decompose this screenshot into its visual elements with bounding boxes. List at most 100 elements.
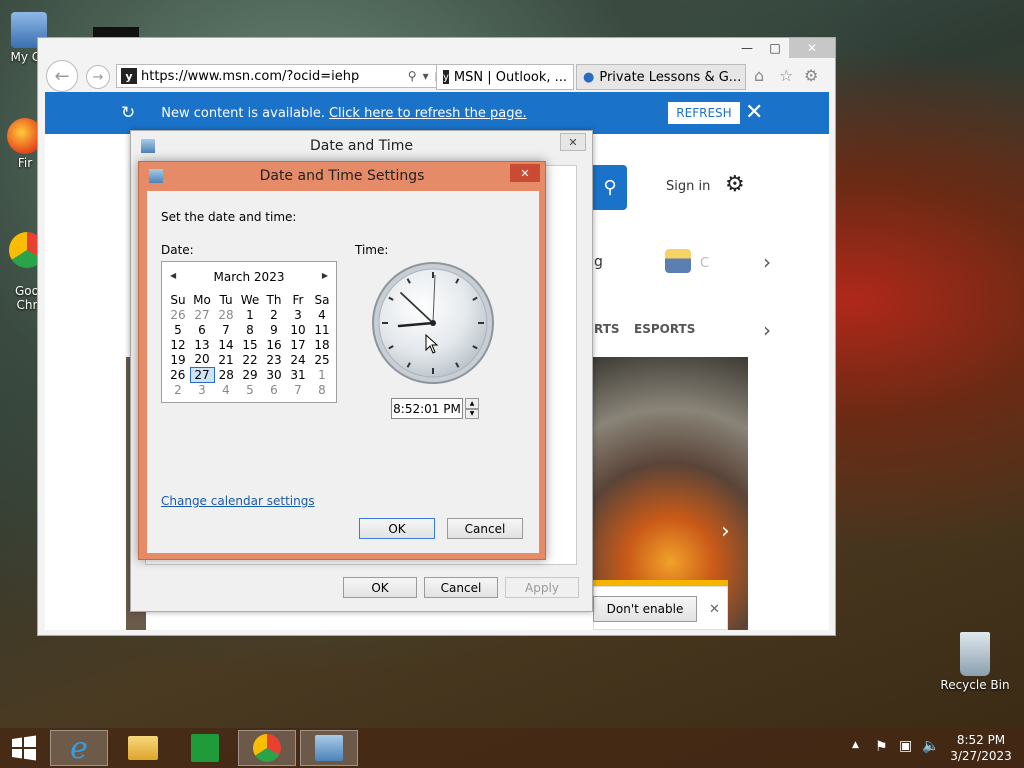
calendar-day[interactable]: 5 bbox=[238, 382, 262, 397]
spinner-up-icon[interactable]: ▲ bbox=[465, 398, 479, 409]
calendar-day[interactable]: 3 bbox=[286, 307, 310, 322]
calendar-day[interactable]: 9 bbox=[262, 322, 286, 337]
forward-button[interactable]: → bbox=[86, 65, 110, 89]
calendar-day[interactable]: 7 bbox=[286, 382, 310, 397]
calendar-day[interactable]: 30 bbox=[262, 367, 286, 382]
calendar-day[interactable]: 16 bbox=[262, 337, 286, 352]
calendar-day[interactable]: 8 bbox=[310, 382, 334, 397]
nav-item-esports[interactable]: ESPORTS bbox=[634, 322, 695, 336]
calendar-day[interactable]: 28 bbox=[214, 367, 238, 382]
close-tab-icon[interactable]: ✕ bbox=[572, 70, 573, 85]
calendar-day[interactable]: 6 bbox=[262, 382, 286, 397]
calendar-day[interactable]: 25 bbox=[310, 352, 334, 367]
calendar-day[interactable]: 3 bbox=[190, 382, 214, 397]
calendar-day[interactable]: 23 bbox=[262, 352, 286, 367]
calendar-day[interactable]: 27 bbox=[190, 307, 214, 322]
ok-button[interactable]: OK bbox=[343, 577, 417, 598]
taskbar-store[interactable] bbox=[176, 730, 234, 766]
calendar-week-row: 12 13 14 15 16 17 18 bbox=[166, 337, 334, 352]
chevron-right-icon[interactable]: › bbox=[763, 318, 771, 342]
time-input[interactable]: 8:52:01 PM bbox=[391, 398, 463, 419]
start-button[interactable] bbox=[0, 730, 48, 766]
calendar-day[interactable]: 14 bbox=[214, 337, 238, 352]
action-center-flag-icon[interactable]: ⚑ bbox=[875, 739, 888, 755]
gear-icon[interactable]: ⚙ bbox=[725, 172, 745, 197]
tab-private-lessons[interactable]: ● Private Lessons & G... bbox=[576, 64, 746, 90]
calendar-day[interactable]: 4 bbox=[214, 382, 238, 397]
next-month-button[interactable]: ▶ bbox=[322, 271, 328, 280]
cancel-button[interactable]: Cancel bbox=[447, 518, 523, 539]
change-calendar-settings-link[interactable]: Change calendar settings bbox=[161, 494, 315, 508]
cancel-button[interactable]: Cancel bbox=[424, 577, 498, 598]
home-icon[interactable]: ⌂ bbox=[754, 66, 764, 85]
close-icon[interactable]: ✕ bbox=[745, 100, 763, 125]
calendar-day[interactable]: 15 bbox=[238, 337, 262, 352]
search-button[interactable]: ⚲ bbox=[593, 165, 627, 210]
calendar-day[interactable]: 8 bbox=[238, 322, 262, 337]
favorites-star-icon[interactable]: ☆ bbox=[779, 66, 793, 85]
refresh-page-link[interactable]: Click here to refresh the page. bbox=[329, 106, 527, 121]
calendar-day[interactable]: 2 bbox=[166, 382, 190, 397]
apply-button[interactable]: Apply bbox=[505, 577, 579, 598]
spinner-down-icon[interactable]: ▼ bbox=[465, 408, 479, 419]
calendar-day[interactable]: 21 bbox=[214, 352, 238, 367]
taskbar-internet-explorer[interactable]: e bbox=[50, 730, 108, 766]
address-bar[interactable]: y https://www.msn.com/?ocid=iehp ⚲ ▾ ■ ↻ bbox=[116, 64, 469, 88]
calendar-day[interactable]: 10 bbox=[286, 322, 310, 337]
calendar-day[interactable]: 2 bbox=[262, 307, 286, 322]
date-label: Date: bbox=[161, 243, 194, 257]
taskbar-clock[interactable]: 8:52 PM 3/27/2023 bbox=[950, 732, 1012, 764]
calendar-day[interactable]: 28 bbox=[214, 307, 238, 322]
ok-button[interactable]: OK bbox=[359, 518, 435, 539]
calendar-day[interactable]: 17 bbox=[286, 337, 310, 352]
calendar-day[interactable]: 26 bbox=[166, 307, 190, 322]
calendar-day[interactable]: 12 bbox=[166, 337, 190, 352]
calendar-day[interactable]: 19 bbox=[166, 352, 190, 367]
calendar-day-selected[interactable]: 27 bbox=[189, 366, 215, 383]
tab-msn[interactable]: y MSN | Outlook, ... ✕ bbox=[436, 64, 574, 90]
back-button[interactable]: ← bbox=[46, 60, 78, 92]
calendar-day[interactable]: 1 bbox=[238, 307, 262, 322]
calendar-day[interactable]: 20 bbox=[190, 352, 214, 367]
calendar-day[interactable]: 22 bbox=[238, 352, 262, 367]
close-button[interactable]: ✕ bbox=[560, 133, 586, 151]
close-button[interactable]: ✕ bbox=[510, 164, 540, 182]
calendar-day[interactable]: 6 bbox=[190, 322, 214, 337]
taskbar-file-explorer[interactable] bbox=[114, 730, 172, 766]
close-icon[interactable]: ✕ bbox=[709, 602, 720, 617]
weekday-header: Mo bbox=[193, 292, 211, 307]
chevron-right-icon[interactable]: › bbox=[763, 250, 771, 274]
calendar-day[interactable]: 4 bbox=[310, 307, 334, 322]
maximize-button[interactable]: □ bbox=[761, 38, 789, 58]
calendar-day[interactable]: 1 bbox=[310, 367, 334, 382]
network-icon[interactable]: ▣ bbox=[899, 738, 912, 754]
weather-icon[interactable] bbox=[665, 249, 691, 273]
desktop-icon-recycle-bin[interactable]: Recycle Bin bbox=[940, 632, 1010, 692]
taskbar-date: 3/27/2023 bbox=[950, 749, 1012, 763]
calendar-day[interactable]: 29 bbox=[238, 367, 262, 382]
calendar-day[interactable]: 11 bbox=[310, 322, 334, 337]
nav-item-sports[interactable]: RTS bbox=[594, 322, 620, 336]
close-button[interactable]: ✕ bbox=[789, 38, 835, 58]
calendar-day[interactable]: 13 bbox=[190, 337, 214, 352]
refresh-button[interactable]: REFRESH bbox=[668, 102, 740, 124]
gear-icon[interactable]: ⚙ bbox=[804, 66, 818, 85]
taskbar-chrome[interactable] bbox=[238, 730, 296, 766]
volume-muted-icon[interactable]: 🔈 bbox=[922, 738, 939, 754]
search-icon[interactable]: ⚲ bbox=[408, 69, 417, 83]
show-hidden-icons[interactable]: ▲ bbox=[852, 740, 859, 750]
calendar-day[interactable]: 18 bbox=[310, 337, 334, 352]
calendar-day[interactable]: 26 bbox=[166, 367, 190, 382]
chevron-right-icon[interactable]: › bbox=[721, 519, 730, 544]
calendar-day[interactable]: 7 bbox=[214, 322, 238, 337]
time-spinner[interactable]: ▲ ▼ bbox=[465, 398, 479, 419]
calendar-day[interactable]: 31 bbox=[286, 367, 310, 382]
taskbar-date-time[interactable] bbox=[300, 730, 358, 766]
minimize-button[interactable]: — bbox=[733, 38, 761, 58]
calendar-day[interactable]: 5 bbox=[166, 322, 190, 337]
sign-in-link[interactable]: Sign in bbox=[666, 179, 710, 194]
chevron-down-icon[interactable]: ▾ bbox=[423, 69, 429, 83]
dont-enable-button[interactable]: Don't enable bbox=[593, 596, 697, 622]
notification-text: New content is available. bbox=[161, 105, 325, 121]
calendar-day[interactable]: 24 bbox=[286, 352, 310, 367]
